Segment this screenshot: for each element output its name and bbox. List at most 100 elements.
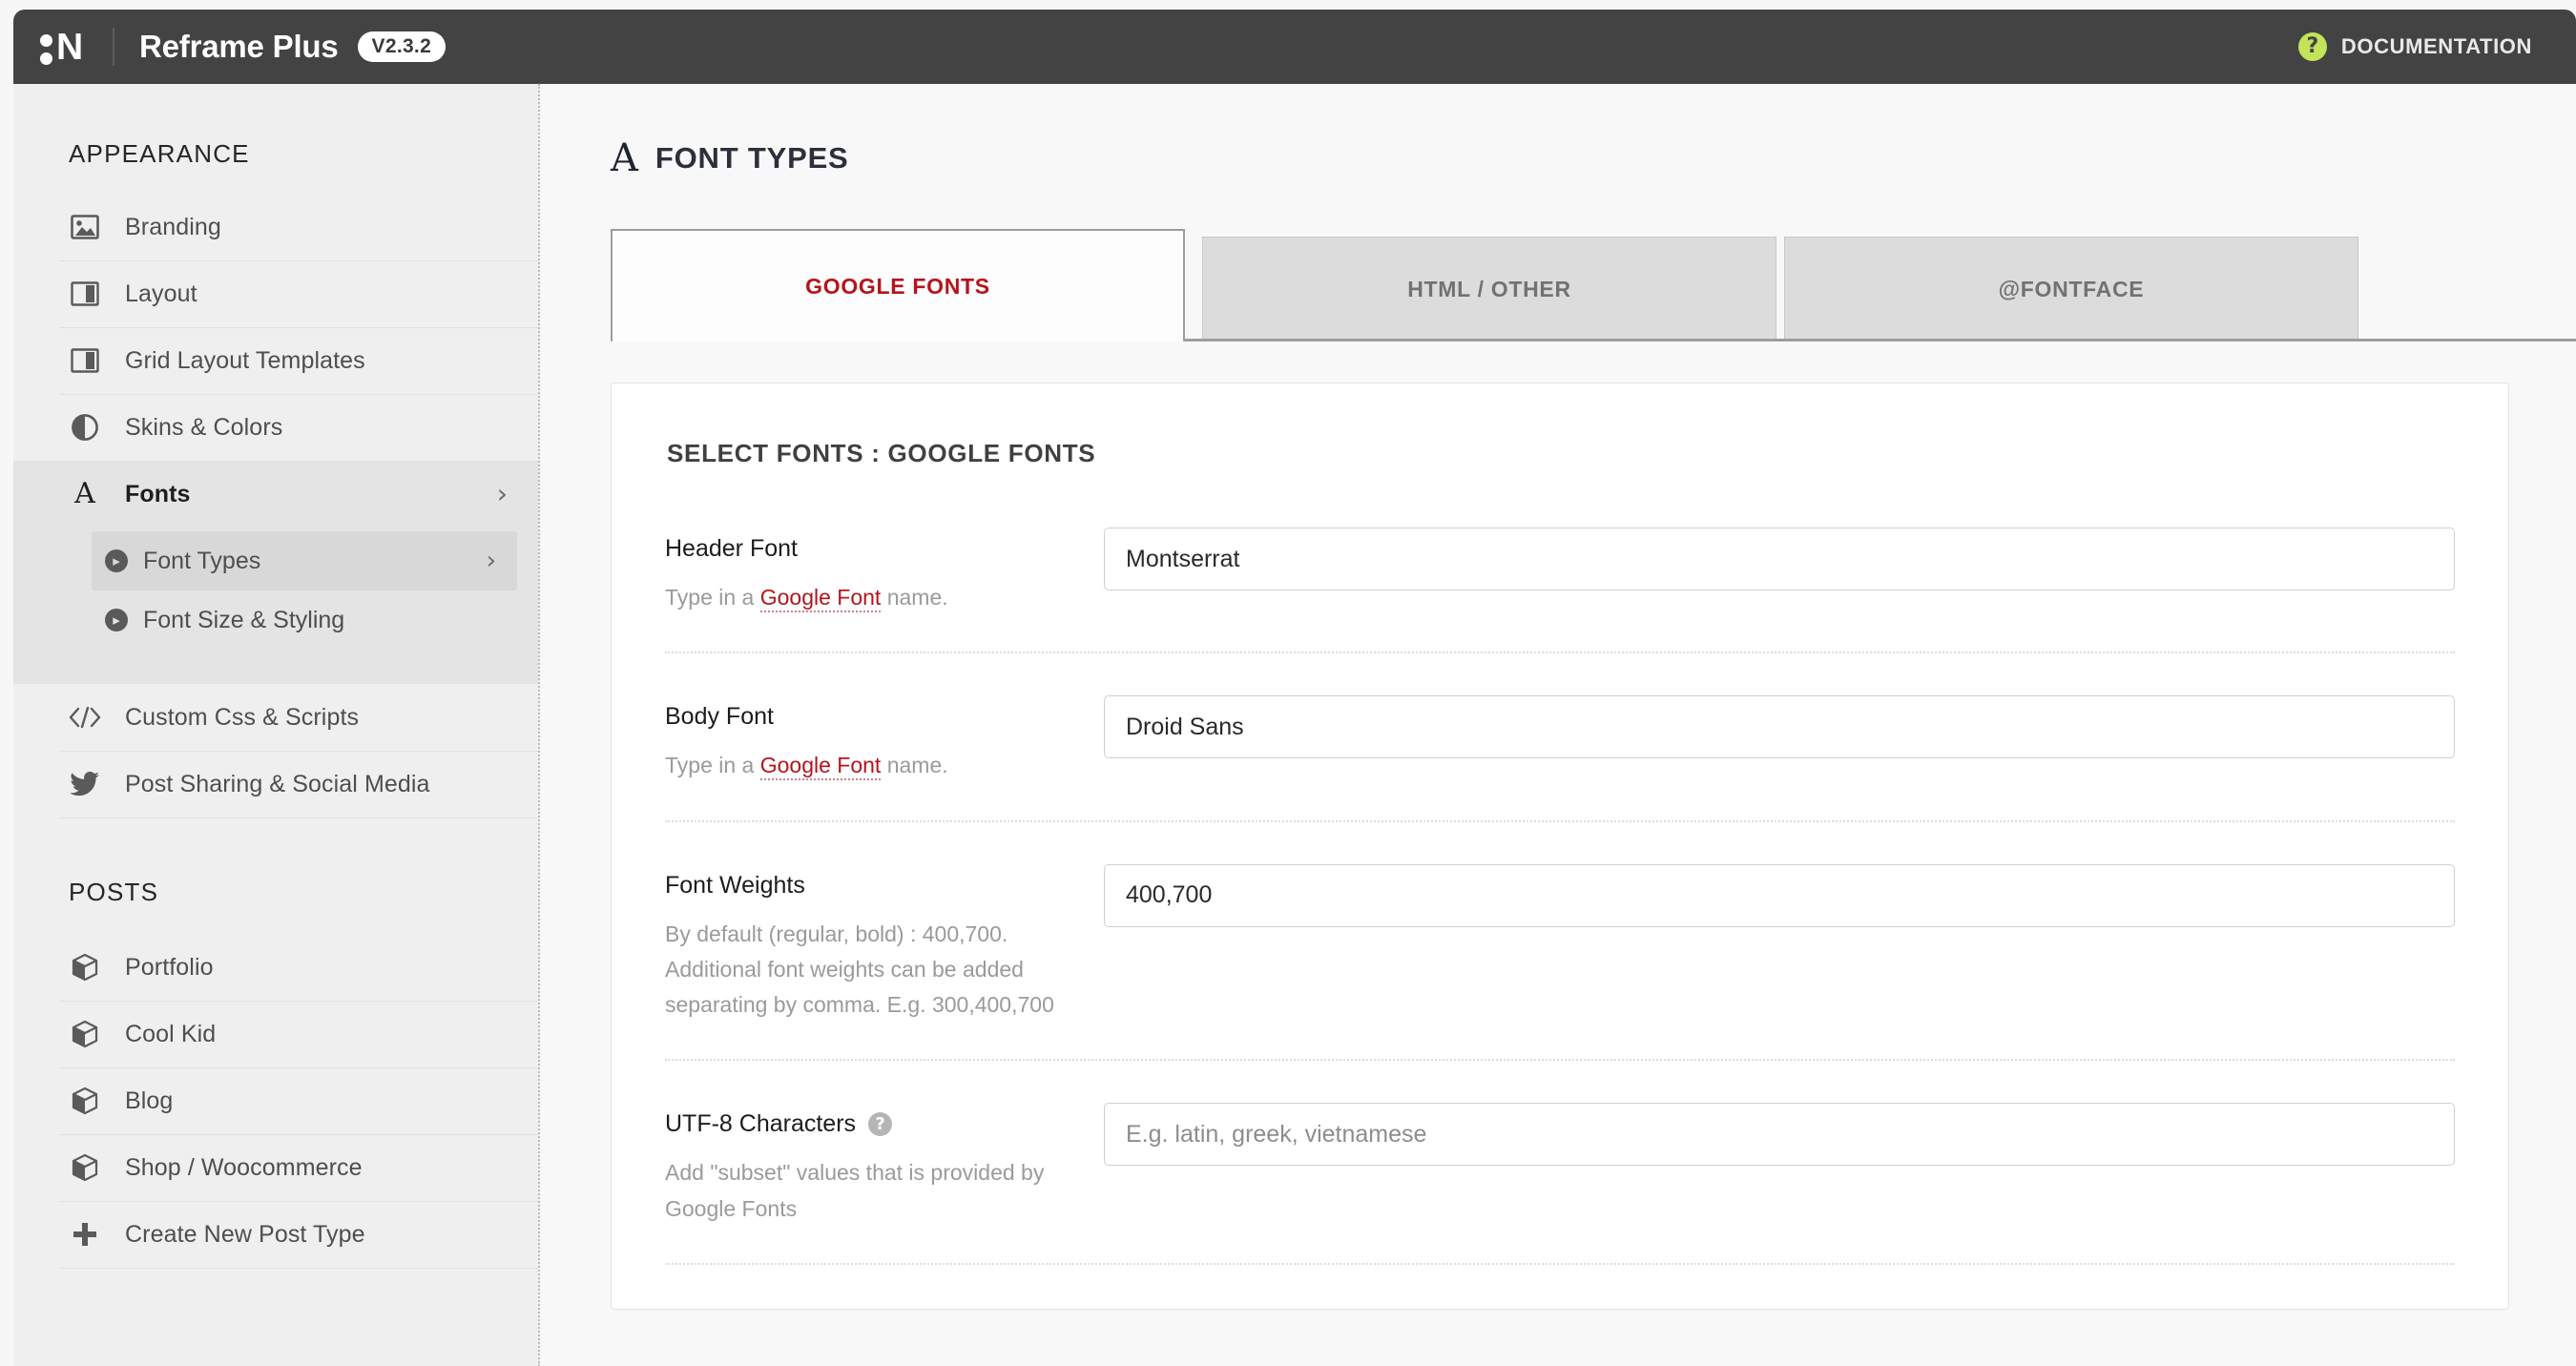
sidebar-item-label: Blog	[125, 1087, 174, 1114]
sidebar-item-label: Skins & Colors	[125, 413, 283, 441]
logo-mark-n-icon[interactable]: N	[40, 25, 88, 69]
body-font-input[interactable]	[1104, 695, 2455, 759]
sidebar-item-post-sharing-and-social-media[interactable]: Post Sharing & Social Media	[13, 751, 538, 818]
chevron-right-icon: ›	[496, 478, 508, 509]
brand-block: N Reframe Plus V2.3.2	[13, 25, 447, 69]
sidebar-item-label: Create New Post Type	[125, 1220, 365, 1248]
field-row-font-weights: Font Weights By default (regular, bold) …	[665, 822, 2455, 1062]
sidebar-item-label: Custom Css & Scripts	[125, 703, 360, 731]
field-left: Header Font Type in a Google Font name.	[665, 528, 1104, 615]
sidebar-item-branding[interactable]: Branding	[13, 194, 538, 260]
field-left: Font Weights By default (regular, bold) …	[665, 864, 1104, 1024]
contrast-circle-icon	[69, 411, 101, 444]
settings-panel: SELECT FONTS : GOOGLE FONTS Header Font …	[611, 383, 2509, 1310]
header-font-input[interactable]	[1104, 528, 2455, 590]
version-badge: V2.3.2	[357, 31, 447, 62]
app-title: Reframe Plus	[139, 29, 339, 64]
tab-bar: GOOGLE FONTS HTML / OTHER @FONTFACE	[611, 229, 2576, 342]
field-help-header-font: Type in a Google Font name.	[665, 580, 1075, 615]
serif-a-icon: A	[74, 477, 95, 510]
tab-fontface[interactable]: @FONTFACE	[1784, 237, 2358, 342]
code-icon	[69, 701, 101, 734]
field-right	[1104, 695, 2455, 759]
question-circle-icon[interactable]: ?	[868, 1112, 893, 1137]
cube-icon	[69, 1085, 101, 1117]
field-left: Body Font Type in a Google Font name.	[665, 695, 1104, 783]
main-content: A FONT TYPES GOOGLE FONTS HTML / OTHER @…	[542, 84, 2576, 1366]
page-header: A FONT TYPES	[542, 84, 2576, 177]
sidebar-item-layout[interactable]: Layout	[13, 260, 538, 327]
panel-title: SELECT FONTS : GOOGLE FONTS	[667, 439, 1096, 467]
sidebar-section-appearance-title: APPEARANCE	[69, 139, 250, 168]
help-prefix: Type in a	[665, 753, 760, 778]
sidebar-item-shop-woocommerce[interactable]: Shop / Woocommerce	[13, 1134, 538, 1201]
sidebar-item-cool-kid[interactable]: Cool Kid	[13, 1001, 538, 1067]
top-bar: N Reframe Plus V2.3.2 ? DOCUMENTATION	[13, 10, 2576, 84]
sidebar-item-label: Grid Layout Templates	[125, 346, 365, 374]
sidebar-item-label: Shop / Woocommerce	[125, 1153, 363, 1181]
documentation-link[interactable]: ? DOCUMENTATION	[2297, 32, 2576, 61]
sidebar-appearance-list: Branding Layout Grid Layout Templates Sk…	[13, 194, 538, 818]
sidebar-subitem-font-types[interactable]: ▸ Font Types ›	[92, 531, 517, 590]
logo-letter-n: N	[56, 26, 83, 68]
plus-icon	[69, 1218, 101, 1251]
field-right	[1104, 528, 2455, 590]
sidebar-item-label: Fonts	[125, 480, 191, 507]
logo-dots	[40, 28, 54, 66]
twitter-bird-icon	[69, 768, 101, 800]
google-font-link[interactable]: Google Font	[759, 585, 882, 612]
field-label-header-font: Header Font	[665, 535, 798, 562]
sidebar: APPEARANCE Branding Layout Grid Layout T…	[13, 84, 540, 1366]
field-row-utf8-characters: UTF-8 Characters? Add "subset" values th…	[665, 1061, 2455, 1265]
utf8-characters-input[interactable]	[1104, 1103, 2455, 1167]
serif-a-icon: A	[611, 136, 638, 180]
sidebar-item-fonts[interactable]: A Fonts ›	[13, 461, 538, 528]
sidebar-item-create-new-post-type[interactable]: Create New Post Type	[13, 1201, 538, 1268]
field-row-header-font: Header Font Type in a Google Font name.	[665, 468, 2455, 654]
sidebar-fonts-submenu: ▸ Font Types › ▸ Font Size & Styling	[13, 528, 538, 684]
arrow-circle-right-icon: ▸	[105, 549, 128, 572]
sidebar-item-label: Cool Kid	[125, 1020, 217, 1047]
field-row-body-font: Body Font Type in a Google Font name.	[665, 653, 2455, 822]
chevron-right-icon: ›	[486, 547, 496, 575]
field-help-font-weights: By default (regular, bold) : 400,700. Ad…	[665, 921, 1054, 1018]
field-left: UTF-8 Characters? Add "subset" values th…	[665, 1103, 1104, 1227]
label-text: UTF-8 Characters	[665, 1110, 857, 1138]
image-icon	[69, 211, 101, 243]
field-right	[1104, 1103, 2455, 1167]
panel-tail-spacer	[665, 1265, 2455, 1309]
sidebar-item-custom-css-and-scripts[interactable]: Custom Css & Scripts	[13, 684, 538, 751]
help-prefix: Type in a	[665, 585, 760, 610]
sidebar-item-label: Layout	[125, 279, 197, 307]
columns-icon	[69, 344, 101, 377]
arrow-circle-right-icon: ▸	[105, 609, 128, 631]
sidebar-item-portfolio[interactable]: Portfolio	[13, 934, 538, 1001]
sidebar-item-label: Branding	[125, 213, 221, 240]
field-label-utf8-characters: UTF-8 Characters?	[665, 1110, 1075, 1138]
page-title: FONT TYPES	[654, 141, 849, 175]
documentation-label: DOCUMENTATION	[2340, 34, 2532, 58]
sidebar-subitem-font-size-and-styling[interactable]: ▸ Font Size & Styling	[92, 590, 517, 650]
font-weights-input[interactable]	[1104, 863, 2455, 927]
cube-icon	[69, 951, 101, 983]
sidebar-divider-bottom	[59, 1268, 538, 1269]
sidebar-item-skins-and-colors[interactable]: Skins & Colors	[13, 394, 538, 461]
sidebar-item-grid-layout-templates[interactable]: Grid Layout Templates	[13, 327, 538, 394]
sidebar-item-label: Post Sharing & Social Media	[125, 770, 430, 797]
cube-icon	[69, 1018, 101, 1050]
google-font-link[interactable]: Google Font	[759, 753, 882, 781]
field-right	[1104, 863, 2455, 927]
question-circle-icon: ?	[2297, 32, 2327, 61]
sidebar-subitem-label: Font Size & Styling	[143, 606, 345, 633]
tab-google-fonts[interactable]: GOOGLE FONTS	[611, 229, 1185, 342]
sidebar-item-label: Portfolio	[125, 953, 214, 981]
sidebar-subitem-label: Font Types	[143, 547, 261, 574]
sidebar-posts-list: Portfolio Cool Kid Blog Shop / Woocommer…	[13, 934, 538, 1268]
tab-html-other[interactable]: HTML / OTHER	[1202, 237, 1776, 342]
help-suffix: name.	[881, 753, 948, 778]
sidebar-section-posts-title: POSTS	[69, 878, 159, 906]
field-help-utf8-characters: Add "subset" values that is provided by …	[665, 1160, 1045, 1221]
brand-divider	[113, 28, 114, 66]
field-label-font-weights: Font Weights	[665, 871, 805, 899]
sidebar-item-blog[interactable]: Blog	[13, 1067, 538, 1134]
